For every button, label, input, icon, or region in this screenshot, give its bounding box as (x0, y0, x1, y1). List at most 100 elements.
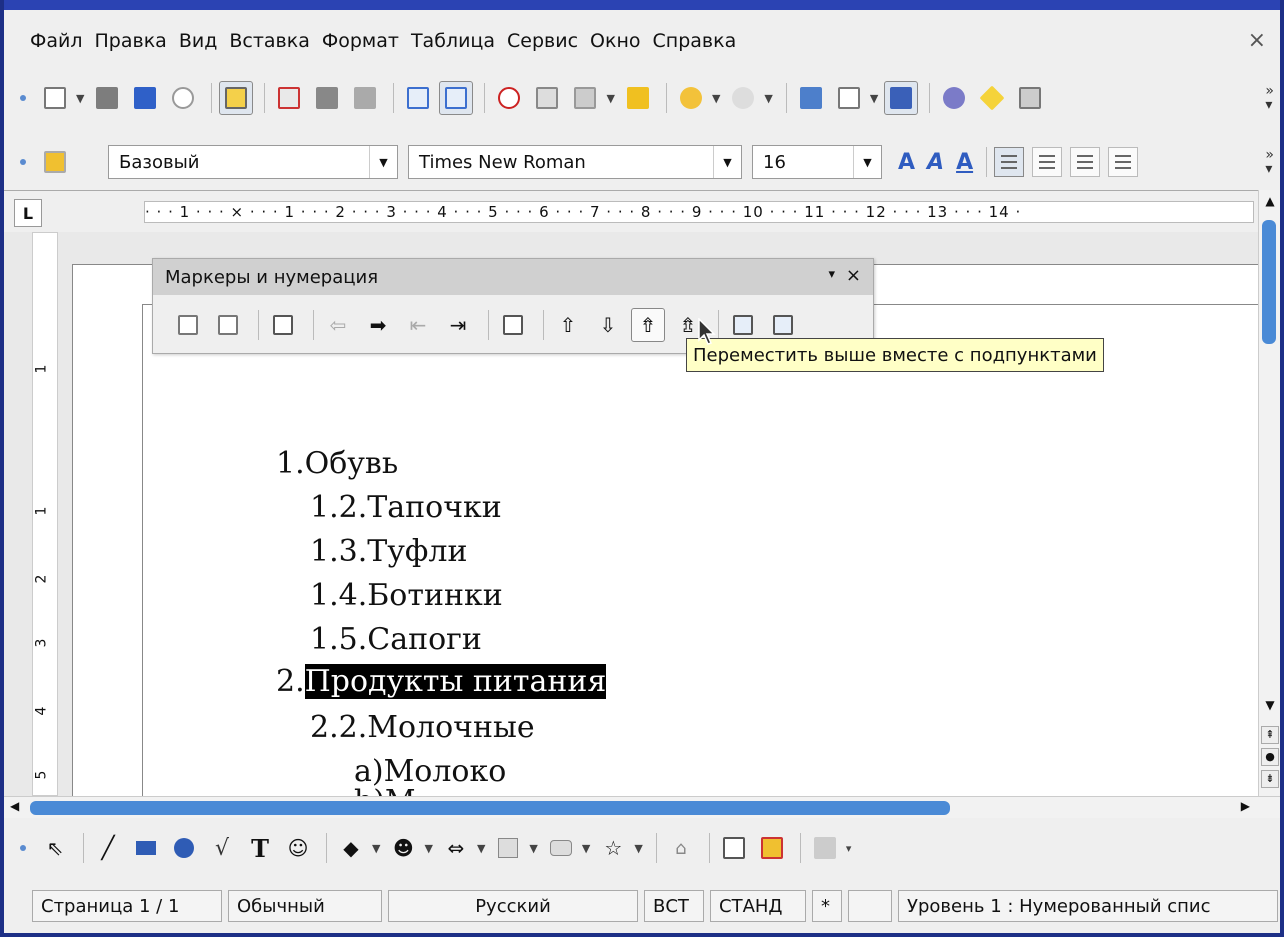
align-center-icon[interactable] (1032, 147, 1063, 177)
save-icon[interactable] (128, 81, 162, 115)
menu-table[interactable]: Таблица (411, 30, 495, 52)
panel-close-icon[interactable]: × (846, 265, 861, 286)
menu-window[interactable]: Окно (590, 30, 640, 52)
list-item[interactable]: 1.Обувь (276, 446, 398, 481)
spellcheck-icon[interactable] (401, 81, 435, 115)
status-language[interactable]: Русский (388, 890, 638, 922)
scroll-up-icon[interactable]: ▲ (1259, 194, 1280, 214)
numbering-off-icon[interactable] (266, 308, 300, 342)
extrusion-icon[interactable] (808, 831, 842, 865)
list-item[interactable]: 2.2.Молочные (310, 710, 535, 745)
chevron-down-icon[interactable]: ▼ (713, 146, 741, 178)
list-item-selected[interactable]: 2.Продукты питания (276, 664, 607, 699)
horizontal-ruler[interactable]: · · · 1 · · · ⨯ · · · 1 · · · 2 · · · 3 … (144, 201, 1254, 223)
italic-icon[interactable]: A (927, 150, 944, 175)
paragraph-style-select[interactable]: Базовый ▼ (108, 145, 398, 179)
selected-text[interactable]: Продукты питания (304, 664, 607, 699)
horizontal-scrollbar[interactable]: ◀ ▶ (4, 796, 1280, 818)
align-left-icon[interactable] (994, 147, 1025, 177)
open-icon[interactable] (90, 81, 124, 115)
block-arrows-icon[interactable]: ⇔ (439, 831, 473, 865)
status-page-style[interactable]: Обычный (228, 890, 382, 922)
clone-formatting-icon[interactable] (621, 81, 655, 115)
callouts-icon[interactable] (544, 831, 578, 865)
bullets-icon[interactable] (171, 308, 205, 342)
menu-file[interactable]: Файл (30, 30, 83, 52)
promote-with-subpoints-icon[interactable]: ⇤ (401, 308, 435, 342)
redo-dropdown-icon[interactable]: ▼ (764, 92, 772, 105)
close-document-icon[interactable]: × (1248, 28, 1266, 53)
new-dropdown-icon[interactable]: ▼ (76, 92, 84, 105)
flowchart-dropdown-icon[interactable]: ▼ (529, 842, 537, 855)
scroll-right-icon[interactable]: ▶ (1241, 799, 1250, 813)
undo-dropdown-icon[interactable]: ▼ (712, 92, 720, 105)
redo-icon[interactable] (726, 81, 760, 115)
font-name-select[interactable]: Times New Roman ▼ (408, 145, 742, 179)
toolbar-grip-icon[interactable] (20, 95, 26, 101)
scroll-left-icon[interactable]: ◀ (10, 799, 19, 813)
status-signature[interactable] (848, 890, 892, 922)
points-icon[interactable]: ⌂ (664, 831, 698, 865)
copy-icon[interactable] (530, 81, 564, 115)
paste-icon[interactable] (568, 81, 602, 115)
next-page-icon[interactable]: ⇟ (1261, 770, 1279, 788)
toolbar-overflow-icon[interactable]: » ▾ (1265, 148, 1274, 176)
underline-icon[interactable]: A (956, 150, 973, 175)
promote-icon[interactable]: ⇦ (321, 308, 355, 342)
justify-icon[interactable] (1108, 147, 1139, 177)
chevron-down-icon[interactable]: ▼ (853, 146, 881, 178)
symbol-shapes-icon[interactable]: ☻ (386, 831, 420, 865)
cut-icon[interactable] (492, 81, 526, 115)
toolbar-grip-icon[interactable] (20, 845, 26, 851)
toolbar-overflow-icon[interactable]: » ▾ (1265, 84, 1274, 112)
previous-page-icon[interactable]: ⇞ (1261, 726, 1279, 744)
basic-shapes-icon[interactable]: ◆ (334, 831, 368, 865)
horizontal-scroll-thumb[interactable] (30, 801, 950, 815)
menu-view[interactable]: Вид (179, 30, 218, 52)
export-pdf-icon[interactable] (272, 81, 306, 115)
menu-tools[interactable]: Сервис (507, 30, 578, 52)
navigation-icon[interactable]: ● (1261, 748, 1279, 766)
new-document-icon[interactable] (38, 81, 72, 115)
status-page[interactable]: Страница 1 / 1 (32, 890, 222, 922)
arrows-dropdown-icon[interactable]: ▼ (477, 842, 485, 855)
toolbar-grip-icon[interactable] (20, 159, 26, 165)
stars-icon[interactable]: ☆ (596, 831, 630, 865)
move-up-icon[interactable]: ⇧ (551, 308, 585, 342)
callout-icon[interactable]: ☺ (281, 831, 315, 865)
move-up-with-subpoints-icon[interactable]: ⇮ (631, 308, 665, 342)
navigator-icon[interactable] (975, 81, 1009, 115)
symbol-dropdown-icon[interactable]: ▼ (424, 842, 432, 855)
autospellcheck-icon[interactable] (439, 81, 474, 115)
table-dropdown-icon[interactable]: ▼ (870, 92, 878, 105)
list-item[interactable]: 1.2.Тапочки (310, 490, 502, 525)
panel-menu-icon[interactable]: ▾ (828, 267, 835, 282)
bullets-numbering-dialog-icon[interactable] (766, 308, 800, 342)
vertical-scrollbar[interactable]: ▲ ▼ ⇞ ● ⇟ (1258, 190, 1280, 796)
scroll-down-icon[interactable]: ▼ (1259, 698, 1280, 718)
edit-mode-icon[interactable] (219, 81, 254, 115)
from-file-icon[interactable] (755, 831, 789, 865)
stars-dropdown-icon[interactable]: ▼ (634, 842, 642, 855)
vertical-scroll-thumb[interactable] (1262, 220, 1276, 344)
select-pointer-icon[interactable]: ⇖ (38, 831, 72, 865)
list-item[interactable]: 1.3.Туфли (310, 534, 467, 569)
print-icon[interactable] (310, 81, 344, 115)
demote-with-subpoints-icon[interactable]: ⇥ (441, 308, 475, 342)
draw-functions-icon[interactable] (884, 81, 919, 115)
find-replace-icon[interactable] (937, 81, 971, 115)
align-right-icon[interactable] (1070, 147, 1101, 177)
menu-help[interactable]: Справка (653, 30, 737, 52)
demote-icon[interactable]: ➡ (361, 308, 395, 342)
restart-numbering-icon[interactable] (726, 308, 760, 342)
styles-formatting-icon[interactable] (38, 145, 72, 179)
text-icon[interactable]: T (243, 831, 277, 865)
freeform-icon[interactable]: √ (205, 831, 239, 865)
toolbar-overflow-icon[interactable]: ▾ (846, 842, 852, 855)
list-item[interactable]: 1.4.Ботинки (310, 578, 503, 613)
font-size-select[interactable]: 16 ▼ (752, 145, 882, 179)
paste-dropdown-icon[interactable]: ▼ (606, 92, 614, 105)
callouts-dropdown-icon[interactable]: ▼ (582, 842, 590, 855)
status-modified[interactable]: * (812, 890, 842, 922)
move-down-icon[interactable]: ⇩ (591, 308, 625, 342)
